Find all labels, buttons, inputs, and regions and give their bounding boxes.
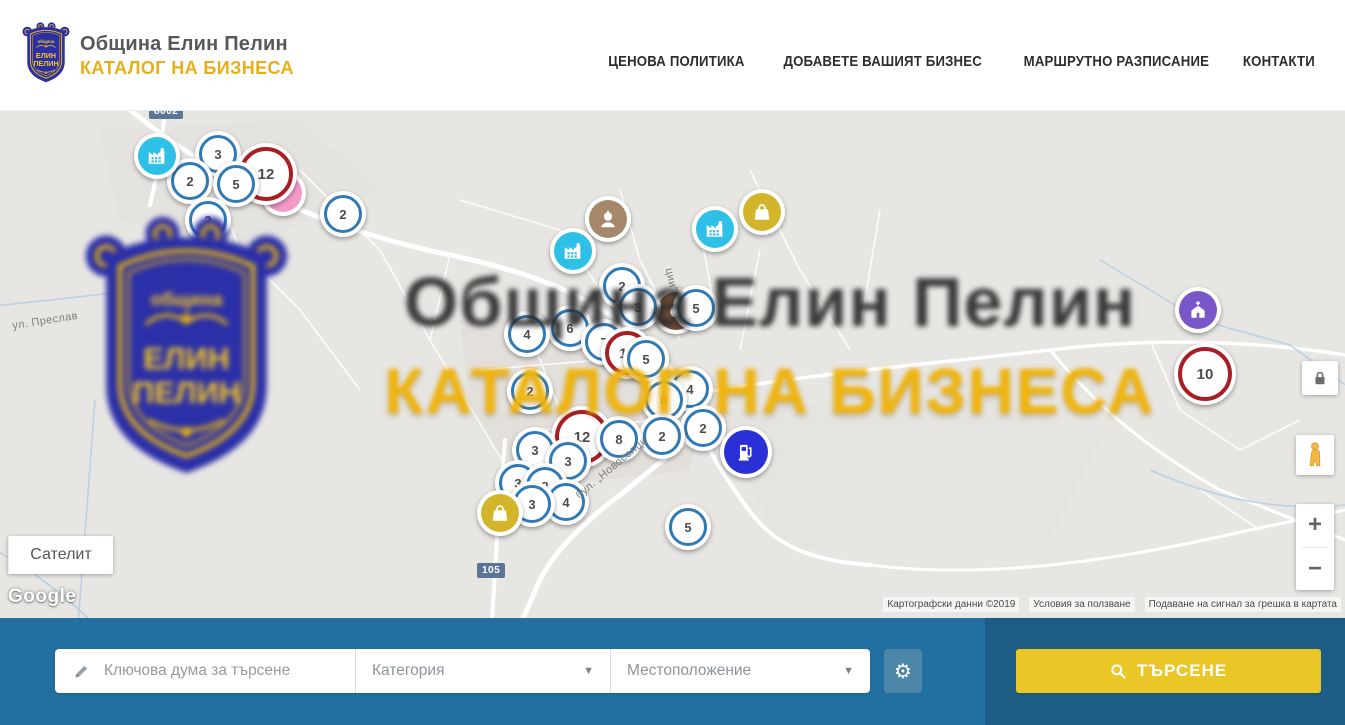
cluster-marker[interactable]: 2 xyxy=(185,197,231,243)
map-canvas[interactable]: ул. Преславбул. „Новоселциции" 8002105 3… xyxy=(0,110,1345,618)
factory-icon xyxy=(554,232,592,270)
keyword-section xyxy=(55,649,355,693)
cluster-count: 5 xyxy=(627,340,665,378)
church-pin-marker[interactable] xyxy=(1175,287,1221,333)
attribution-terms-link[interactable]: Условия за ползване xyxy=(1029,597,1134,612)
fuel-pin-marker[interactable] xyxy=(720,426,772,478)
nav-contacts[interactable]: КОНТАКТИ xyxy=(1243,53,1315,70)
cluster-count: 5 xyxy=(217,165,255,203)
road-number-label: 105 xyxy=(477,563,505,578)
cluster-marker[interactable]: 4 xyxy=(504,311,550,357)
location-select[interactable]: Местоположение ▼ xyxy=(610,649,870,693)
cluster-marker[interactable]: 2 xyxy=(507,368,553,414)
municipality-crest-logo: община ЕЛИН ПЕЛИН xyxy=(22,22,70,90)
cluster-count: 5 xyxy=(677,289,715,327)
main-nav: ЦЕНОВА ПОЛИТИКА ДОБАВЕТЕ ВАШИЯТ БИЗНЕС МАР… xyxy=(599,0,1320,110)
pegman-icon xyxy=(1304,442,1326,468)
cluster-count: 3 xyxy=(619,288,657,326)
cluster-marker[interactable]: 5 xyxy=(623,336,669,382)
svg-text:община: община xyxy=(38,39,55,44)
cluster-marker[interactable]: 5 xyxy=(673,285,719,331)
fuel-icon xyxy=(724,430,768,474)
site-title: Община Елин Пелин xyxy=(80,33,294,56)
factory-pin-marker[interactable] xyxy=(134,133,180,179)
map-attribution: Картографски данни ©2019 Условия за полз… xyxy=(883,597,1341,612)
cluster-count: 2 xyxy=(189,201,227,239)
lock-icon xyxy=(1311,369,1329,387)
attribution-data: Картографски данни ©2019 xyxy=(883,597,1019,612)
attribution-report-link[interactable]: Подаване на сигнал за грешка в картата xyxy=(1145,597,1341,612)
cluster-count: 2 xyxy=(511,372,549,410)
keyword-search-input[interactable] xyxy=(102,661,336,681)
pencil-icon xyxy=(73,663,90,680)
cluster-marker[interactable]: 2 xyxy=(320,191,366,237)
search-icon xyxy=(1110,663,1127,680)
bag-pin-marker[interactable] xyxy=(477,490,523,536)
nav-pricing-policy[interactable]: ЦЕНОВА ПОЛИТИКА xyxy=(608,53,744,70)
factory-icon xyxy=(696,210,734,248)
nav-add-your-business[interactable]: ДОБАВЕТЕ ВАШИЯТ БИЗНЕС xyxy=(783,53,981,70)
pegman-button[interactable] xyxy=(1296,435,1334,475)
site-logo[interactable]: община ЕЛИН ПЕЛИН Община Елин Пелин КАТА… xyxy=(22,22,294,90)
church-icon xyxy=(1179,291,1217,329)
cluster-count: 2 xyxy=(643,417,681,455)
cluster-count: 2 xyxy=(684,409,722,447)
cluster-count: 10 xyxy=(1178,347,1232,401)
chevron-down-icon: ▼ xyxy=(583,665,594,677)
bag-icon xyxy=(743,193,781,231)
factory-pin-marker[interactable] xyxy=(550,228,596,274)
cluster-count: 5 xyxy=(669,508,707,546)
search-bar: Категория ▼ Местоположение ▼ ⚙ ТЪРСЕНЕ xyxy=(0,618,1345,725)
cluster-count: 4 xyxy=(508,315,546,353)
advanced-settings-button[interactable]: ⚙ xyxy=(884,649,922,693)
zoom-in-button[interactable]: + xyxy=(1296,504,1334,547)
map-type-satellite-button[interactable]: Сателит xyxy=(8,536,113,574)
svg-text:ПЕЛИН: ПЕЛИН xyxy=(33,60,58,68)
location-select-label: Местоположение xyxy=(627,662,751,680)
crest-graphic: община ЕЛИН ПЕЛИН xyxy=(22,22,70,85)
gear-icon: ⚙ xyxy=(894,659,912,683)
bag-icon xyxy=(481,494,519,532)
site-subtitle: КАТАЛОГ НА БИЗНЕСА xyxy=(80,58,294,79)
search-button-label: ТЪРСЕНЕ xyxy=(1137,661,1227,681)
category-select[interactable]: Категория ▼ xyxy=(355,649,610,693)
google-logo[interactable]: Google xyxy=(8,586,76,608)
svg-text:ЕЛИН: ЕЛИН xyxy=(36,52,56,60)
factory-pin-marker[interactable] xyxy=(692,206,738,252)
cluster-marker[interactable]: 5 xyxy=(665,504,711,550)
cluster-marker[interactable]: 2 xyxy=(639,413,685,459)
cluster-marker[interactable]: 3 xyxy=(615,284,661,330)
factory-icon xyxy=(138,137,176,175)
brand-text: Община Елин Пелин КАТАЛОГ НА БИЗНЕСА xyxy=(80,33,294,79)
zoom-out-button[interactable]: − xyxy=(1296,548,1334,591)
cluster-marker[interactable]: 10 xyxy=(1174,343,1236,405)
road-number-label: 8002 xyxy=(149,110,183,119)
cluster-count: 2 xyxy=(324,195,362,233)
bag-pin-marker[interactable] xyxy=(739,189,785,235)
nav-route-schedule[interactable]: МАРШРУТНО РАЗПИСАНИЕ xyxy=(1024,53,1209,70)
lock-button[interactable] xyxy=(1302,361,1338,395)
search-button[interactable]: ТЪРСЕНЕ xyxy=(1016,649,1321,693)
header: община ЕЛИН ПЕЛИН Община Елин Пелин КАТА… xyxy=(0,0,1345,111)
map-type-control: Карта Сателит xyxy=(8,536,113,574)
page: община ЕЛИН ПЕЛИН Община Елин Пелин КАТА… xyxy=(0,0,1345,725)
zoom-control: + − xyxy=(1296,504,1334,590)
chevron-down-icon: ▼ xyxy=(843,665,854,677)
category-select-label: Категория xyxy=(372,662,444,680)
filter-group: Категория ▼ Местоположение ▼ xyxy=(55,649,870,693)
